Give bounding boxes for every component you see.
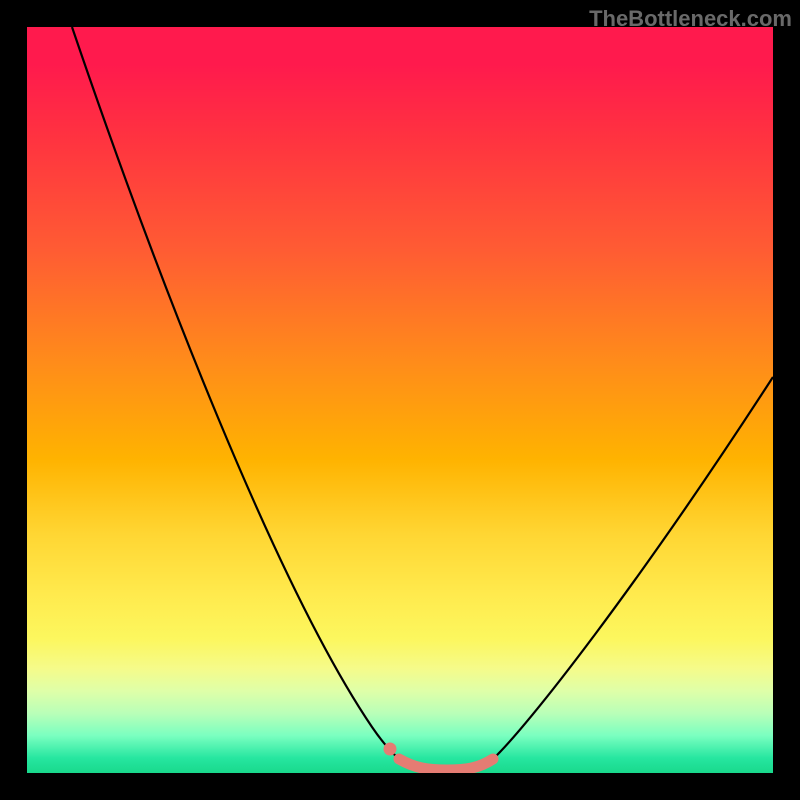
chart-container: TheBottleneck.com: [0, 0, 800, 800]
curve-right: [493, 377, 773, 759]
plot-area: [27, 27, 773, 773]
marker-dot: [384, 743, 397, 756]
bottleneck-curve: [27, 27, 773, 773]
curve-left: [72, 27, 399, 759]
watermark-label: TheBottleneck.com: [589, 6, 792, 32]
curve-bottom-highlight: [399, 759, 493, 770]
